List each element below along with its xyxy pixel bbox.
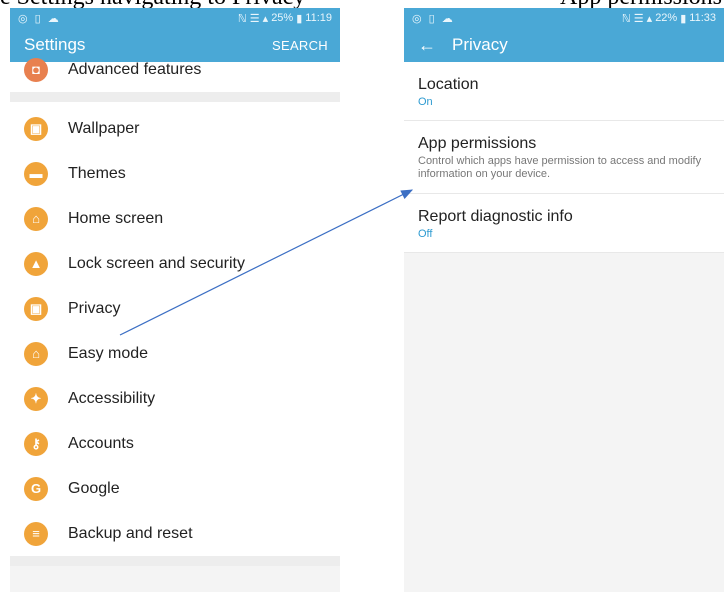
- settings-item-label: Themes: [68, 164, 126, 182]
- easy-mode-icon: ⌂: [24, 341, 48, 366]
- settings-item-easy-mode[interactable]: ⌂ Easy mode: [10, 331, 340, 376]
- settings-item-label: Lock screen and security: [68, 254, 245, 272]
- privacy-item-report-diagnostic[interactable]: Report diagnostic info Off: [404, 194, 724, 253]
- settings-item-home-screen[interactable]: ⌂ Home screen: [10, 196, 340, 241]
- caption-left: e Settings navigating to Privacy: [0, 0, 305, 8]
- settings-group-top: ◘ Advanced features: [10, 57, 340, 92]
- settings-item-lock-screen[interactable]: ▲ Lock screen and security: [10, 241, 340, 286]
- settings-item-accounts[interactable]: ⚷ Accounts: [10, 421, 340, 466]
- accessibility-icon: ✦: [24, 386, 48, 411]
- status-bar: ◎ ▯ ☁ ℕ ☰ ▴ 22% ▮ 11:33: [404, 8, 724, 28]
- divider: [10, 556, 340, 566]
- settings-item-label: Home screen: [68, 209, 164, 227]
- settings-screen: ◎ ▯ ☁ ℕ ☰ ▴ 25% ▮ 11:19 Settings SEARCH …: [10, 8, 340, 592]
- status-right: ℕ ☰ ▴ 22% ▮ 11:33: [622, 12, 716, 25]
- back-arrow-icon[interactable]: ←: [418, 35, 436, 56]
- settings-item-backup-reset[interactable]: ≡ Backup and reset: [10, 511, 340, 556]
- settings-group-main: ▣ Wallpaper ▬ Themes ⌂ Home screen ▲ Loc…: [10, 102, 340, 556]
- settings-item-wallpaper[interactable]: ▣ Wallpaper: [10, 106, 340, 151]
- settings-item-label: Wallpaper: [68, 119, 140, 137]
- caption-right: App permissions: [560, 0, 722, 8]
- notification-icons: ◎ ▯ ☁: [412, 12, 455, 25]
- settings-item-label: Easy mode: [68, 344, 149, 362]
- privacy-item-location[interactable]: Location On: [404, 62, 724, 121]
- settings-item-google[interactable]: G Google: [10, 466, 340, 511]
- privacy-list: Location On App permissions Control whic…: [404, 62, 724, 253]
- battery-level: 25%: [271, 12, 294, 24]
- key-icon: ⚷: [24, 431, 48, 456]
- signal-icons: ℕ ☰ ▴: [237, 12, 269, 25]
- divider: [10, 92, 340, 102]
- themes-icon: ▬: [24, 161, 48, 186]
- privacy-icon: ▣: [24, 296, 48, 321]
- battery-icon: ▮: [296, 12, 303, 25]
- backup-icon: ≡: [24, 521, 48, 546]
- item-title: Location: [418, 76, 479, 93]
- settings-item-label: Advanced features: [68, 60, 202, 78]
- settings-item-advanced-features[interactable]: ◘ Advanced features: [10, 47, 340, 92]
- lock-icon: ▲: [24, 251, 48, 276]
- settings-item-label: Backup and reset: [68, 524, 193, 542]
- privacy-item-app-permissions[interactable]: App permissions Control which apps have …: [404, 121, 724, 194]
- settings-item-label: Accounts: [68, 434, 134, 452]
- app-bar-left: ← Privacy: [418, 35, 508, 56]
- advanced-features-icon: ◘: [24, 57, 48, 82]
- settings-item-label: Google: [68, 479, 120, 497]
- figure-caption: e Settings navigating to Privacy App per…: [0, 0, 724, 8]
- settings-item-privacy[interactable]: ▣ Privacy: [10, 286, 340, 331]
- battery-level: 22%: [655, 12, 678, 24]
- page-title: Privacy: [452, 35, 508, 54]
- settings-item-themes[interactable]: ▬ Themes: [10, 151, 340, 196]
- notification-icons: ◎ ▯ ☁: [18, 12, 61, 25]
- item-status: Off: [418, 228, 433, 240]
- item-status: On: [418, 96, 433, 108]
- home-icon: ⌂: [24, 206, 48, 231]
- clock: 11:33: [689, 12, 716, 24]
- settings-item-label: Accessibility: [68, 389, 156, 407]
- settings-item-accessibility[interactable]: ✦ Accessibility: [10, 376, 340, 421]
- item-description: Control which apps have permission to ac…: [418, 155, 702, 180]
- item-title: App permissions: [418, 135, 537, 152]
- battery-icon: ▮: [680, 12, 687, 25]
- signal-icons: ℕ ☰ ▴: [621, 12, 653, 25]
- settings-item-label: Privacy: [68, 299, 121, 317]
- status-right: ℕ ☰ ▴ 25% ▮ 11:19: [238, 12, 332, 25]
- wallpaper-icon: ▣: [24, 116, 48, 141]
- privacy-screen: ◎ ▯ ☁ ℕ ☰ ▴ 22% ▮ 11:33 ← Privacy Locati…: [404, 8, 724, 592]
- item-title: Report diagnostic info: [418, 208, 573, 225]
- status-bar: ◎ ▯ ☁ ℕ ☰ ▴ 25% ▮ 11:19: [10, 8, 340, 28]
- clock: 11:19: [305, 12, 332, 24]
- google-icon: G: [24, 476, 48, 501]
- app-bar: ← Privacy: [404, 28, 724, 62]
